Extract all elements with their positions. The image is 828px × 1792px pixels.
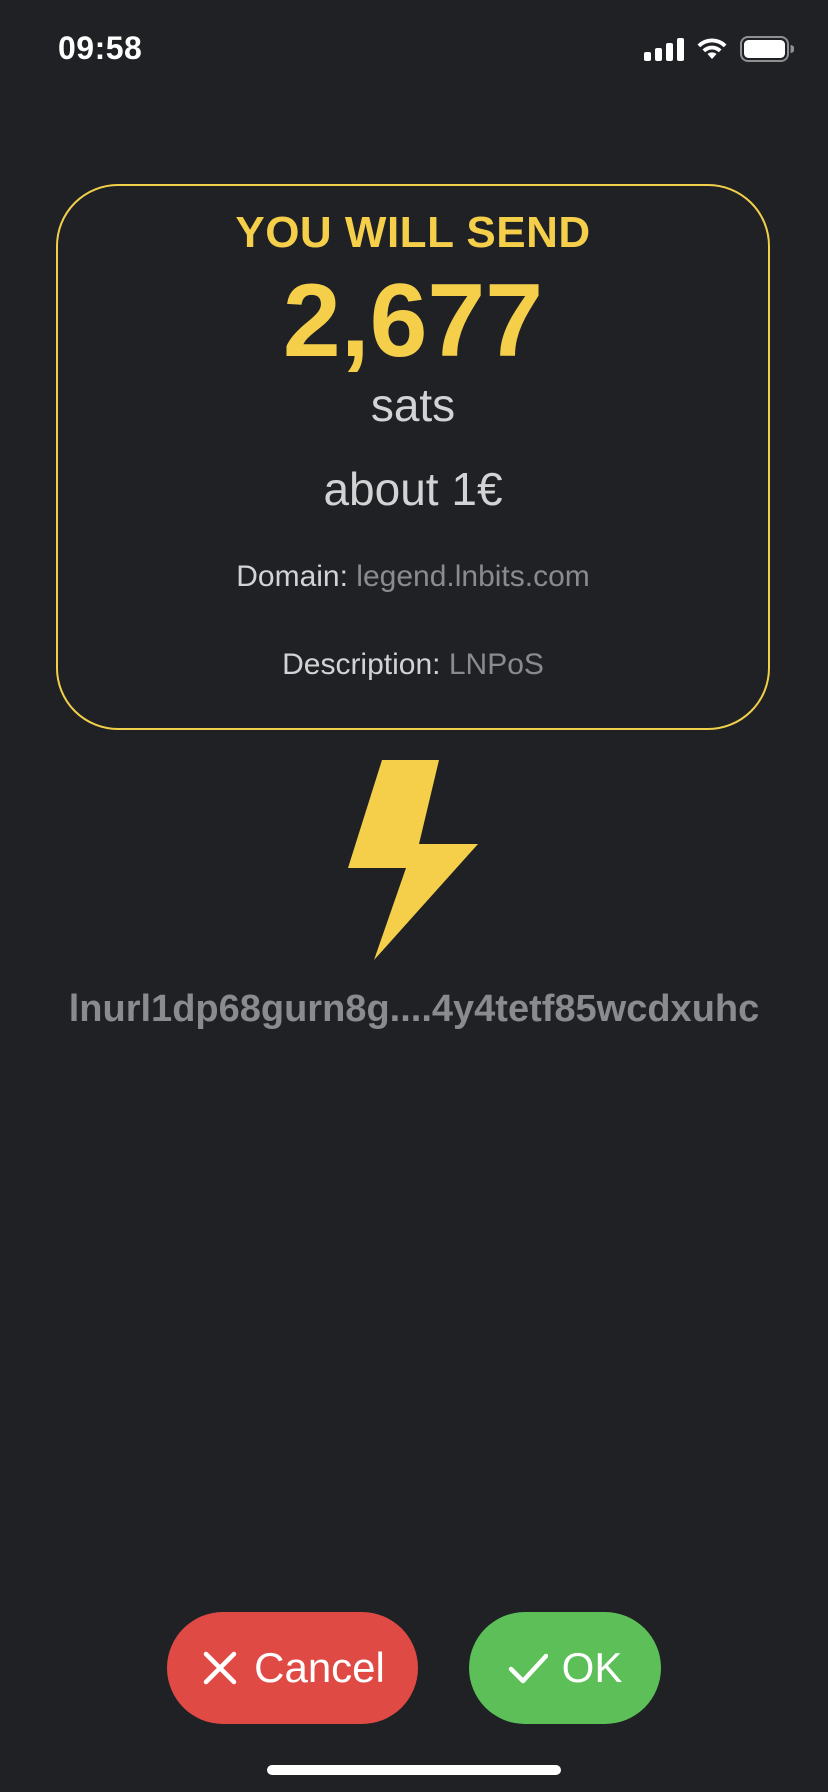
description-label: Description: [282,648,441,681]
cancel-button[interactable]: Cancel [167,1612,418,1724]
status-icons [644,36,794,62]
status-bar: 09:58 [0,0,828,100]
description-value: LNPoS [448,648,544,681]
amount-unit: sats [370,379,456,431]
payment-confirm-screen: 09:58 YOU WILL SEND 2,677 sats about 1€ … [0,0,828,1792]
checkmark-icon [508,1653,548,1684]
battery-icon [740,36,794,62]
domain-value: legend.lnbits.com [356,560,590,593]
domain-label: Domain: [236,560,348,593]
close-icon [203,1651,237,1685]
signal-icon [644,37,684,61]
lightning-bolt-icon [348,760,478,960]
domain-row: Domain: legend.lnbits.com [58,560,768,594]
payment-summary-card: YOU WILL SEND 2,677 sats about 1€ Domain… [56,184,770,730]
send-title: YOU WILL SEND [235,208,591,257]
description-row: Description: LNPoS [58,648,768,682]
amount-value: 2,677 [282,263,544,379]
wifi-icon [697,38,727,59]
ok-label: OK [561,1644,623,1691]
home-indicator [267,1765,561,1775]
fiat-equivalent: about 1€ [323,463,503,515]
ok-button[interactable]: OK [469,1612,661,1724]
lnurl-text: lnurl1dp68gurn8g....4y4tetf85wcdxuhc [68,988,760,1030]
cancel-label: Cancel [254,1644,385,1691]
status-time: 09:58 [58,30,143,66]
